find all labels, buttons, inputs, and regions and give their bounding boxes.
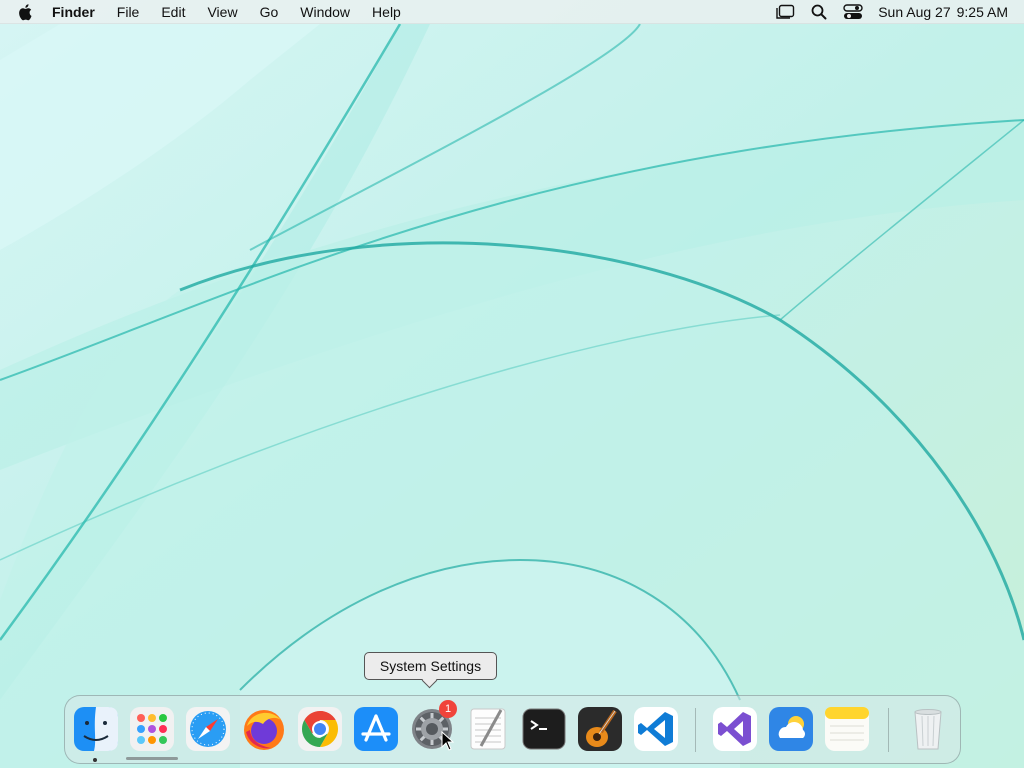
system-settings-badge: 1: [439, 700, 457, 718]
clock-date: Sun Aug 27: [878, 3, 951, 20]
mouse-pointer-icon: [441, 731, 455, 751]
menu-go[interactable]: Go: [249, 0, 290, 24]
menu-window[interactable]: Window: [289, 0, 361, 24]
menu-edit[interactable]: Edit: [150, 0, 196, 24]
chrome-icon[interactable]: [297, 706, 343, 752]
menu-bar-clock[interactable]: Sun Aug 27 9:25 AM: [878, 4, 1008, 20]
stage-manager-icon[interactable]: [768, 0, 802, 24]
menu-bar: Finder File Edit View Go Window Help Sun…: [0, 0, 1024, 24]
weather-icon[interactable]: [768, 706, 814, 752]
visual-studio-icon[interactable]: [712, 706, 758, 752]
app-store-icon[interactable]: [353, 706, 399, 752]
dock-magnification-indicator: [126, 757, 178, 760]
vscode-icon[interactable]: [633, 706, 679, 752]
firefox-icon[interactable]: [241, 706, 287, 752]
dock-tooltip: System Settings: [364, 652, 497, 680]
menu-bar-status-area: Sun Aug 27 9:25 AM: [768, 0, 1024, 24]
textedit-icon[interactable]: [465, 706, 511, 752]
menu-file[interactable]: File: [106, 0, 151, 24]
clock-time: 9:25 AM: [956, 3, 1008, 20]
launchpad-icon[interactable]: [129, 706, 175, 752]
menu-help[interactable]: Help: [361, 0, 412, 24]
trash-icon[interactable]: [905, 706, 951, 752]
menu-app-finder[interactable]: Finder: [46, 0, 106, 24]
garageband-icon[interactable]: [577, 706, 623, 752]
menu-view[interactable]: View: [196, 0, 248, 24]
dock-separator: [695, 708, 696, 752]
apple-menu-icon[interactable]: [6, 0, 46, 24]
notes-icon[interactable]: [824, 706, 870, 752]
control-center-icon[interactable]: [836, 0, 870, 24]
safari-icon[interactable]: [185, 706, 231, 752]
terminal-icon[interactable]: [521, 706, 567, 752]
desktop-wallpaper: [0, 0, 1024, 768]
spotlight-search-icon[interactable]: [802, 0, 836, 24]
dock-separator-trash: [888, 708, 889, 752]
dock: 1: [64, 695, 961, 764]
finder-running-indicator: [93, 758, 97, 762]
finder-icon[interactable]: [73, 706, 119, 752]
